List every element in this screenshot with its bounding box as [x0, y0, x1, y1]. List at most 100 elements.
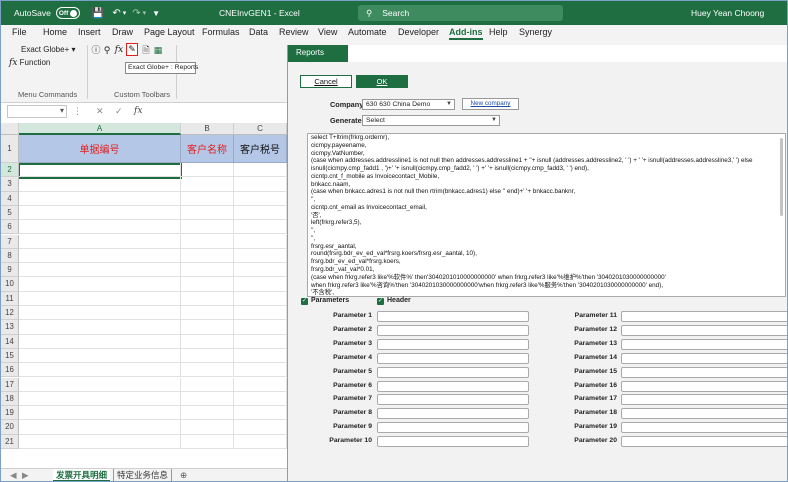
tab-add-ins[interactable]: Add-ins — [449, 27, 483, 40]
parameter-input[interactable] — [621, 366, 787, 378]
grid-cell[interactable] — [19, 277, 181, 292]
header-cell-customer-name[interactable]: 客户名称 — [181, 135, 234, 163]
tab-developer[interactable]: Developer — [398, 27, 439, 37]
tab-review[interactable]: Review — [279, 27, 309, 37]
grid-cell[interactable] — [19, 234, 181, 249]
excel-sheet-icon[interactable]: ▦ — [153, 45, 163, 55]
ok-button[interactable]: OK — [356, 75, 408, 88]
grid-cell[interactable] — [234, 406, 287, 421]
grid-cell[interactable] — [19, 334, 181, 349]
grid-cell[interactable] — [181, 334, 234, 349]
grid-cell[interactable] — [19, 348, 181, 364]
parameter-input[interactable] — [621, 324, 787, 336]
company-select[interactable]: 630 630 China Demo ▼ — [362, 99, 455, 110]
grid-cell[interactable] — [181, 306, 234, 321]
parameter-input[interactable] — [377, 436, 529, 448]
grid-cell[interactable] — [19, 377, 181, 392]
worksheet-grid[interactable]: A B C 单据编号 客户名称 客户税号 1 2 3 4 5 6 7 8 9 10 11 12 13 14… — [1, 123, 287, 468]
grid-cell[interactable] — [19, 434, 181, 449]
grid-cell[interactable] — [234, 363, 287, 378]
undo-dropdown-icon[interactable]: ▾ — [123, 9, 127, 17]
grid-cell[interactable] — [234, 163, 287, 178]
scroll-left-icon[interactable]: ◀ — [7, 469, 20, 481]
tab-view[interactable]: View — [318, 27, 337, 37]
grid-cell[interactable] — [234, 291, 287, 306]
grid-cell[interactable] — [234, 234, 287, 249]
redo-icon[interactable]: ↷ — [132, 8, 140, 19]
parameter-input[interactable] — [377, 324, 529, 336]
column-header-b[interactable]: B — [181, 123, 234, 135]
grid-cell[interactable] — [234, 377, 287, 392]
grid-cell[interactable] — [234, 334, 287, 349]
grid-cell[interactable] — [234, 205, 287, 221]
grid-cell[interactable] — [234, 420, 287, 435]
autosave-toggle[interactable]: Off — [55, 7, 80, 19]
grid-cell[interactable] — [19, 177, 181, 192]
grid-cell[interactable] — [181, 234, 234, 249]
grid-cell[interactable] — [19, 191, 181, 206]
row-header[interactable]: 8 — [1, 248, 19, 264]
grid-cell[interactable] — [234, 391, 287, 407]
cancel-entry-icon[interactable]: ✕ — [96, 106, 104, 117]
search-icon[interactable]: ⚲ — [102, 45, 112, 55]
row-header[interactable]: 13 — [1, 320, 19, 335]
reports-icon[interactable]: ✎ — [126, 43, 138, 56]
parameter-input[interactable] — [621, 311, 787, 322]
grid-cell[interactable] — [234, 263, 287, 278]
grid-cell[interactable] — [181, 263, 234, 278]
grid-cell[interactable] — [181, 177, 234, 192]
parameter-input[interactable] — [377, 380, 529, 392]
row-header[interactable]: 7 — [1, 234, 19, 249]
header-checkbox[interactable]: ✓ — [377, 298, 384, 305]
grid-cell[interactable] — [181, 205, 234, 221]
parameter-input[interactable] — [621, 436, 787, 448]
tab-synergy[interactable]: Synergy — [519, 27, 552, 37]
parameter-input[interactable] — [621, 352, 787, 364]
grid-cell[interactable] — [234, 348, 287, 364]
save-icon[interactable]: 💾 — [92, 8, 104, 19]
search-box[interactable]: ⚲ Search — [358, 5, 563, 21]
name-box[interactable]: ▾ — [7, 105, 67, 118]
generate-select[interactable]: Select ▼ — [362, 115, 500, 126]
grid-cell[interactable] — [19, 320, 181, 335]
grid-cell[interactable] — [234, 320, 287, 335]
tab-page-layout[interactable]: Page Layout — [144, 27, 195, 37]
grid-cell[interactable] — [19, 391, 181, 407]
insert-function-icon[interactable]: fx — [134, 106, 142, 116]
grid-cell[interactable] — [181, 348, 234, 364]
row-header[interactable]: 3 — [1, 177, 19, 192]
cancel-button[interactable]: Cancel — [300, 75, 352, 88]
scroll-right-icon[interactable]: ▶ — [19, 469, 32, 481]
grid-cell[interactable] — [19, 220, 181, 235]
user-name[interactable]: Huey Yean Choong — [691, 8, 764, 18]
confirm-entry-icon[interactable]: ✓ — [115, 106, 123, 117]
customize-quick-access-icon[interactable]: ▼ — [152, 9, 160, 18]
grid-cell[interactable] — [234, 220, 287, 235]
row-header[interactable]: 5 — [1, 205, 19, 221]
grid-cell[interactable] — [181, 277, 234, 292]
document-icon[interactable]: 🗎 — [141, 45, 151, 55]
parameter-input[interactable] — [377, 352, 529, 364]
header-cell-customer-tax-id[interactable]: 客户税号 — [234, 135, 287, 163]
grid-cell[interactable] — [234, 277, 287, 292]
row-header[interactable]: 4 — [1, 191, 19, 206]
exact-globe-menu-button[interactable]: Exact Globe+ ▾ — [21, 45, 76, 54]
tab-formulas[interactable]: Formulas — [202, 27, 240, 37]
function-button[interactable]: fx Function — [9, 58, 50, 68]
column-header-a[interactable]: A — [19, 123, 181, 135]
parameter-input[interactable] — [621, 380, 787, 392]
row-header[interactable]: 11 — [1, 291, 19, 306]
grid-cell[interactable] — [234, 248, 287, 264]
grid-cell[interactable] — [234, 306, 287, 321]
grid-cell[interactable] — [234, 191, 287, 206]
header-cell-bill-number[interactable]: 单据编号 — [19, 135, 181, 163]
row-header[interactable]: 20 — [1, 420, 19, 435]
row-header[interactable]: 10 — [1, 277, 19, 292]
parameter-input[interactable] — [377, 338, 529, 350]
parameter-input[interactable] — [621, 408, 787, 420]
add-sheet-icon[interactable]: ⊕ — [177, 469, 190, 481]
grid-cell[interactable] — [181, 320, 234, 335]
grid-cell[interactable] — [19, 363, 181, 378]
grid-cell[interactable] — [181, 220, 234, 235]
new-company-button[interactable]: New company — [462, 98, 519, 110]
